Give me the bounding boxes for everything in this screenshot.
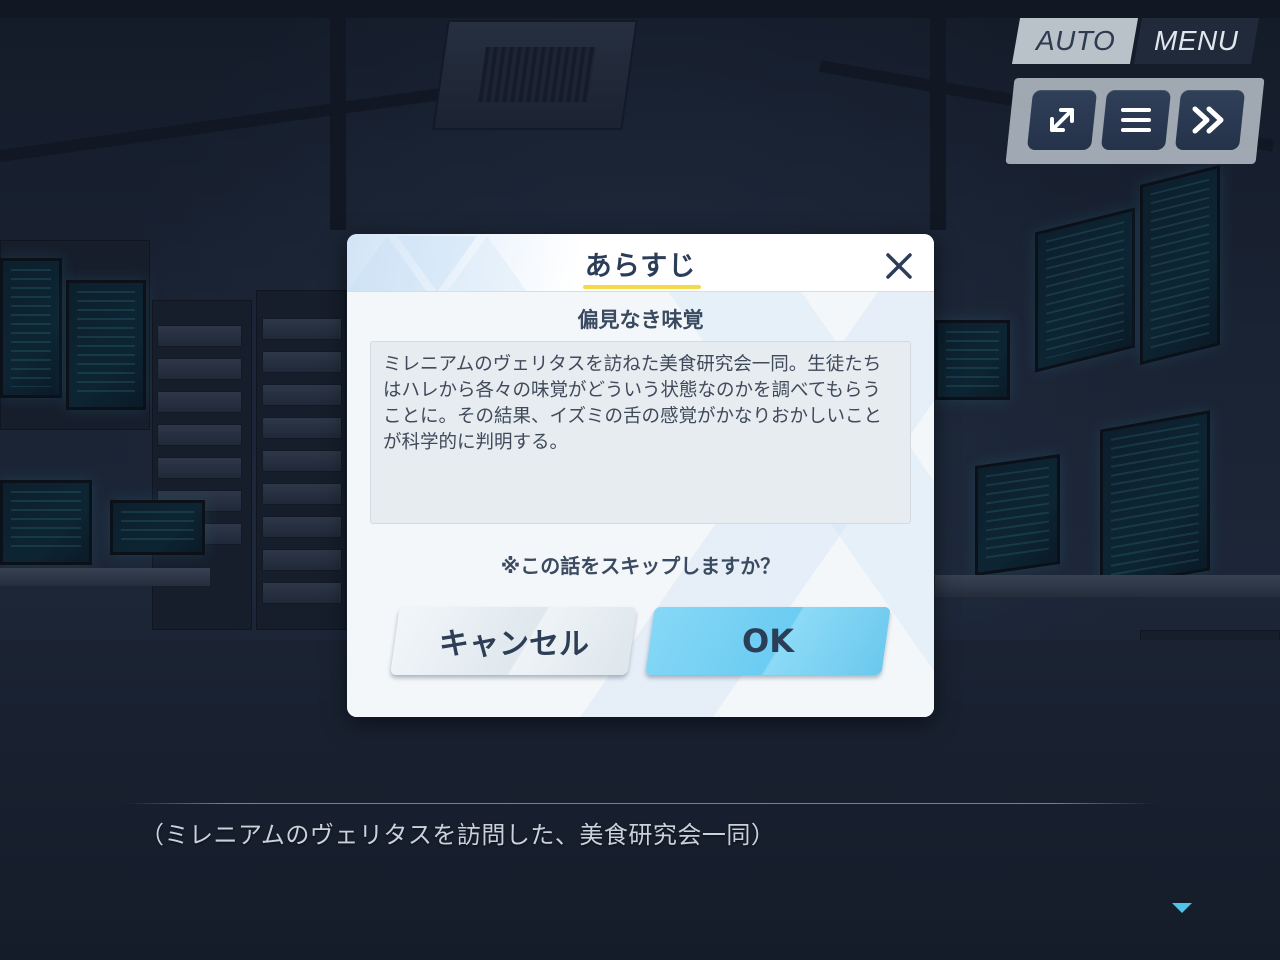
log-list-icon [1121,108,1151,132]
title-underline [583,285,701,289]
next-arrow-icon[interactable] [1172,903,1192,913]
fullscreen-button[interactable] [1026,90,1098,150]
skip-forward-icon [1192,106,1224,134]
hud-tabs: AUTO MENU [1010,18,1260,64]
auto-button[interactable]: AUTO [1011,18,1139,64]
close-button[interactable] [879,246,919,286]
log-button[interactable] [1100,90,1172,150]
summary-box: ミレニアムのヴェリタスを訪ねた美食研究会一同。生徒たちはハレから各々の味覚がどう… [370,341,911,524]
dialog-title: あらすじ [584,251,697,282]
episode-title: 偏見なき味覚 [577,308,704,332]
summary-text: ミレニアムのヴェリタスを訪ねた美食研究会一同。生徒たちはハレから各々の味覚がどう… [383,354,882,453]
skip-button[interactable] [1174,90,1246,150]
narration-text[interactable]: （ミレニアムのヴェリタスを訪問した、美食研究会一同） [140,815,775,850]
dialog-header: あらすじ [347,234,934,292]
expand-icon [1050,108,1074,132]
cancel-button[interactable]: キャンセル [390,607,637,675]
narration-divider [125,803,1155,804]
close-icon [886,253,912,279]
skip-question: ※この話をスキップしますか？ [500,554,781,578]
menu-button[interactable]: MENU [1134,18,1260,64]
ok-button[interactable]: OK [645,607,891,675]
synopsis-dialog: あらすじ 偏見なき味覚 ミレニアムのヴェリタスを訪ねた美食研究会一同。生徒たちは… [347,234,934,717]
